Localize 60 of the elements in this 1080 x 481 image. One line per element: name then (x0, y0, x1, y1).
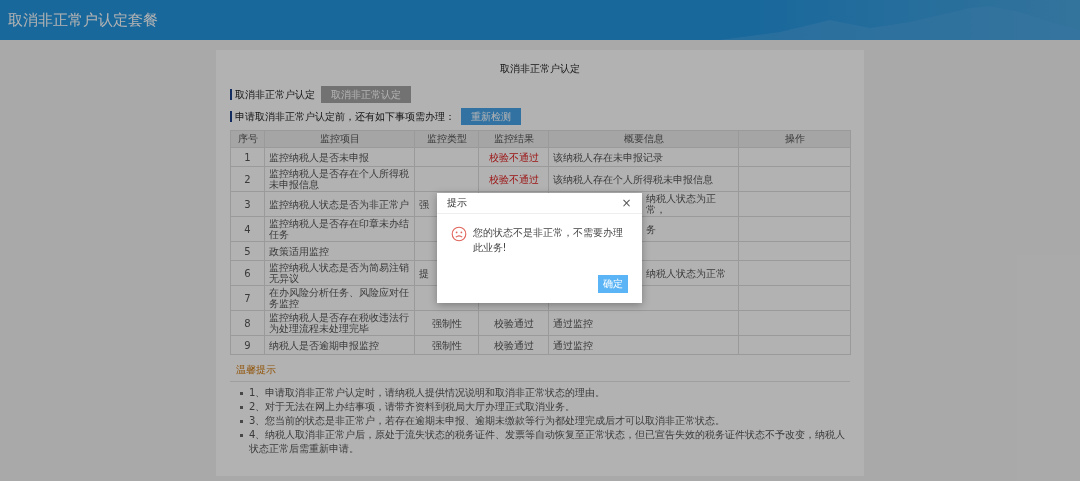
section-label: 申请取消非正常户认定前，还有如下事项需办理： (235, 109, 455, 124)
table-cell: 7 (244, 292, 251, 304)
table-cell: 监控纳税人是否存在个人所得税未申报信息 (269, 168, 409, 190)
table-cell: 监控纳税人是否未申报 (269, 151, 369, 163)
section-marker (230, 111, 232, 122)
dialog-message: 您的状态不是非正常，不需要办理此业务! (472, 225, 624, 255)
table-cell: 校验通过 (493, 339, 534, 351)
close-button[interactable]: × (621, 195, 632, 210)
table-cell: 6 (244, 267, 251, 279)
table-cell: 通过监控 (553, 339, 593, 351)
bullet-icon (240, 392, 243, 395)
table-cell: 纳税人是否逾期申报监控 (269, 339, 379, 351)
table-cell: 监控纳税人是否存在印章未办结任务 (269, 218, 409, 240)
sad-face-icon (450, 225, 467, 242)
table-cell: 1 (244, 151, 251, 163)
table-cell: 2 (244, 173, 251, 185)
recheck-button[interactable]: 重新检测 (461, 108, 521, 125)
table-cell: 强制性 (431, 317, 462, 329)
card-title: 取消非正常户认定 (499, 62, 581, 76)
table-cell: 该纳税人存在未申报记录 (553, 151, 663, 163)
dialog-title: 提示 (446, 195, 467, 210)
tips-title: 温馨提示 (230, 363, 850, 382)
table-cell: 校验不通过 (488, 151, 539, 163)
bullet-icon (240, 434, 243, 437)
table-cell: 4 (244, 223, 251, 235)
table-cell: 该纳税人存在个人所得税未申报信息 (553, 173, 713, 185)
table-cell: 5 (244, 245, 251, 257)
table-cell: 在办风险分析任务、风险应对任务监控 (269, 287, 409, 309)
tip-text: 1、申请取消非正常户认定时，请纳税人提供情况说明和取消非正常状态的理由。 (249, 386, 606, 400)
table-cell: 纳税人状态为正常， (646, 193, 716, 215)
section-marker (230, 89, 232, 100)
column-header: 监控项目 (264, 130, 415, 148)
bullet-icon (240, 420, 243, 423)
column-header: 序号 (230, 130, 265, 148)
column-header: 概要信息 (548, 130, 739, 148)
table-cell: 务 (646, 223, 656, 235)
table-cell: 8 (244, 317, 251, 329)
table-cell: 纳税人状态为正常 (646, 267, 726, 279)
bullet-icon (240, 406, 243, 409)
table-cell: 3 (244, 198, 251, 210)
table-cell: 强 (419, 198, 429, 210)
table-cell: 强制性 (431, 339, 462, 351)
column-header: 监控类型 (414, 130, 479, 148)
column-header: 操作 (738, 130, 851, 148)
page-title: 取消非正常户认定套餐 (7, 10, 158, 30)
table-cell: 监控纳税人状态是否为非正常户 (269, 198, 409, 210)
table-cell: 政策适用监控 (269, 245, 329, 257)
table-cell: 监控纳税人状态是否为简易注销无异议 (269, 262, 409, 284)
confirm-button[interactable]: 确定 (597, 274, 628, 293)
table-cell: 提 (419, 267, 429, 279)
section-label: 取消非正常户认定 (235, 87, 315, 102)
table-cell: 监控纳税人是否存在税收违法行为处理流程未处理完毕 (269, 312, 409, 334)
tip-text: 2、对于无法在网上办结事项，请带齐资料到税局大厅办理正式取消业务。 (249, 400, 576, 414)
table-cell: 通过监控 (553, 317, 593, 329)
column-header: 监控结果 (478, 130, 549, 148)
table-cell: 9 (244, 339, 251, 351)
tip-text: 4、纳税人取消非正常户后，原处于流失状态的税务证件、发票等自动恢复至正常状态，但已宣告失效的税务证件状态不予改变，纳税人状态正常后需重新申请。 (249, 428, 847, 456)
table-cell: 校验通过 (493, 317, 534, 329)
table-cell: 校验不通过 (488, 173, 539, 185)
tip-text: 3、您当前的状态是非正常户，若存在逾期未申报、逾期未缴款等行为都处理完成后才可以取消非正常状态。 (249, 414, 726, 428)
